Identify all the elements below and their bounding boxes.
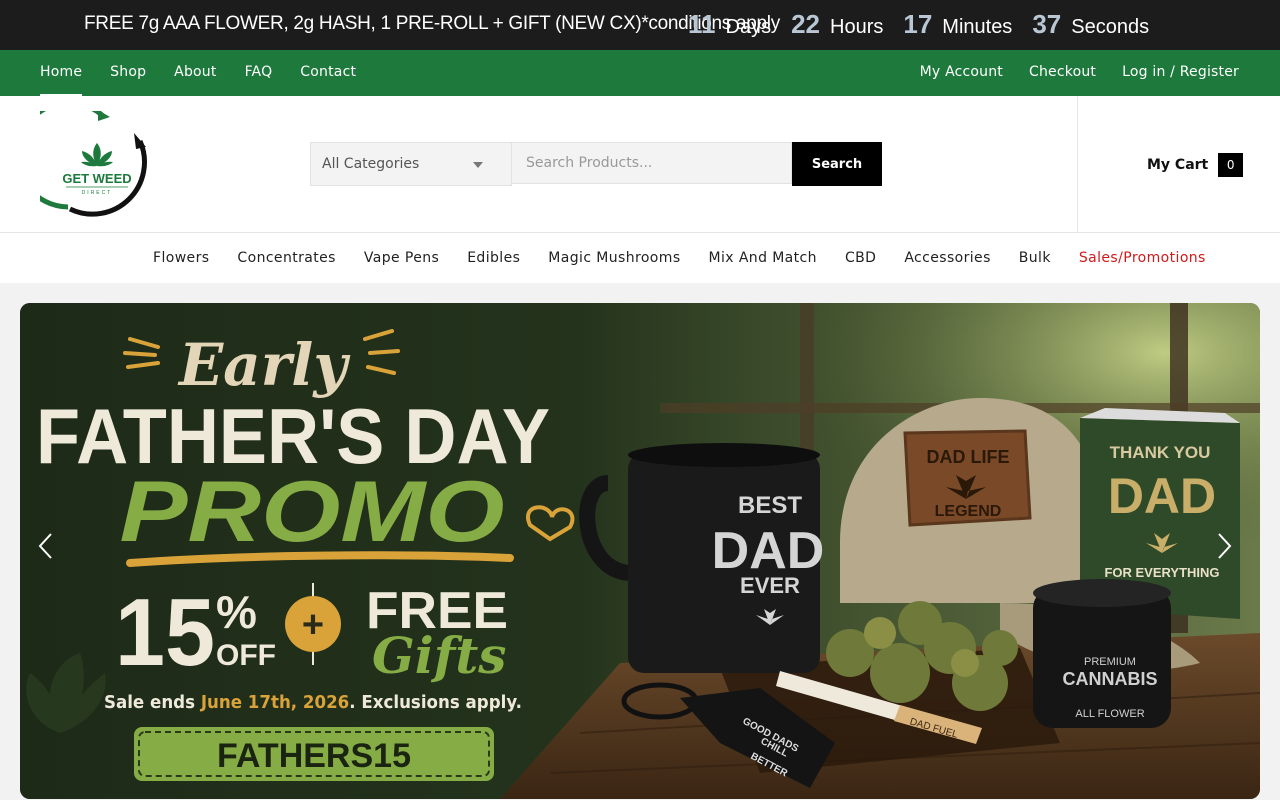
promo-code: FATHERS15 xyxy=(217,737,411,775)
main-nav: Home Shop About FAQ Contact My Account C… xyxy=(0,50,1280,96)
countdown-minutes-label: Minutes xyxy=(942,16,1013,38)
banner-artwork: BEST DAD EVER DAD LIFE LEGEND THANK YOU … xyxy=(20,303,1260,799)
cart-button[interactable]: My Cart 0 xyxy=(1147,153,1244,177)
mug-text-ever: EVER xyxy=(740,573,800,598)
nav-home[interactable]: Home xyxy=(40,50,83,96)
jar-text-premium: PREMIUM xyxy=(1084,656,1136,668)
banner-discount-number: 15 xyxy=(115,579,215,686)
banner-sale-line: Sale ends June 17th, 2026. Exclusions ap… xyxy=(104,692,522,713)
category-bulk[interactable]: Bulk xyxy=(1019,250,1051,266)
site-logo[interactable]: GET WEED DIRECT xyxy=(40,111,150,221)
banner-early: Early xyxy=(177,331,351,399)
cap-text-legend: LEGEND xyxy=(935,503,1002,520)
search-input[interactable] xyxy=(512,142,792,184)
caret-down-icon xyxy=(473,162,483,168)
category-nav: Flowers Concentrates Vape Pens Edibles M… xyxy=(0,233,1280,283)
category-sales-promotions[interactable]: Sales/Promotions xyxy=(1079,250,1206,266)
banner-discount-off: OFF xyxy=(216,639,276,672)
nav-shop[interactable]: Shop xyxy=(110,50,146,96)
sale-prefix: Sale ends xyxy=(104,692,201,713)
cart-count-badge: 0 xyxy=(1218,153,1244,177)
category-cbd[interactable]: CBD xyxy=(845,250,876,266)
category-flowers[interactable]: Flowers xyxy=(153,250,209,266)
promo-bar: FREE 7g AAA FLOWER, 2g HASH, 1 PRE-ROLL … xyxy=(0,0,1280,50)
countdown-hours-label: Hours xyxy=(830,16,884,38)
banner-gifts: Gifts xyxy=(372,626,506,685)
nav-faq[interactable]: FAQ xyxy=(245,50,273,96)
category-select[interactable]: All Categories xyxy=(310,142,512,186)
jar-illustration: PREMIUM CANNABIS ALL FLOWER xyxy=(1033,579,1171,728)
header-divider xyxy=(1077,96,1078,232)
category-mix-and-match[interactable]: Mix And Match xyxy=(709,250,817,266)
banner-plus: + xyxy=(302,604,324,646)
banner-discount-pct: % xyxy=(216,586,257,638)
mug-text-best: BEST xyxy=(738,492,802,519)
sale-suffix: . Exclusions apply. xyxy=(349,692,522,713)
countdown-days-label: Days xyxy=(725,16,772,38)
cap-text-dad-life: DAD LIFE xyxy=(927,447,1010,467)
logo-text: GET WEED xyxy=(62,171,131,186)
chevron-right-icon xyxy=(1218,533,1232,559)
mug-text-dad: DAD xyxy=(712,522,825,580)
card-text-thank-you: THANK YOU xyxy=(1110,443,1211,462)
category-accessories[interactable]: Accessories xyxy=(904,250,990,266)
category-edibles[interactable]: Edibles xyxy=(467,250,520,266)
card-text-for-everything: FOR EVERYTHING xyxy=(1104,565,1219,580)
carousel-next-button[interactable] xyxy=(1214,531,1244,571)
search-button[interactable]: Search xyxy=(792,142,882,186)
countdown-seconds: 37 xyxy=(1032,9,1062,39)
search-form: All Categories Search xyxy=(310,142,882,186)
sale-date: June 17th, 2026 xyxy=(199,692,349,713)
nav-checkout[interactable]: Checkout xyxy=(1029,50,1096,96)
card-text-dad: DAD xyxy=(1108,468,1216,524)
category-select-value: All Categories xyxy=(322,156,420,172)
nav-my-account[interactable]: My Account xyxy=(920,50,1003,96)
countdown-minutes: 17 xyxy=(903,9,933,39)
nav-login-register[interactable]: Log in / Register xyxy=(1122,50,1239,96)
category-magic-mushrooms[interactable]: Magic Mushrooms xyxy=(548,250,680,266)
countdown-seconds-label: Seconds xyxy=(1071,16,1150,38)
category-concentrates[interactable]: Concentrates xyxy=(237,250,335,266)
nav-about[interactable]: About xyxy=(174,50,216,96)
promo-text: FREE 7g AAA FLOWER, 2g HASH, 1 PRE-ROLL … xyxy=(84,13,780,34)
nav-contact[interactable]: Contact xyxy=(300,50,356,96)
site-header: GET WEED DIRECT All Categories Search My… xyxy=(0,96,1280,233)
jar-text-cannabis: CANNABIS xyxy=(1062,669,1157,689)
chevron-left-icon xyxy=(38,533,52,559)
countdown-hours: 22 xyxy=(791,9,820,39)
countdown-days: 11 xyxy=(688,9,716,39)
carousel-prev-button[interactable] xyxy=(36,531,66,571)
countdown-timer: 11 Days 22 Hours 17 Minutes 37 Seconds xyxy=(688,9,1169,40)
logo-subtext: DIRECT xyxy=(82,190,113,196)
jar-text-all-flower: ALL FLOWER xyxy=(1075,708,1144,720)
cart-label: My Cart xyxy=(1147,157,1209,173)
hero-banner-slide[interactable]: BEST DAD EVER DAD LIFE LEGEND THANK YOU … xyxy=(20,303,1260,799)
category-vape-pens[interactable]: Vape Pens xyxy=(364,250,439,266)
banner-promo: PROMO xyxy=(120,464,505,560)
